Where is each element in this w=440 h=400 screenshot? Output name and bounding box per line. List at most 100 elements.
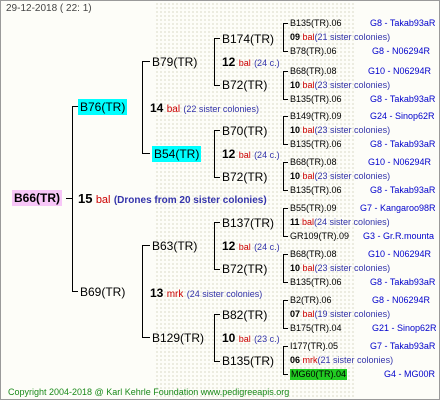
leaf-queen[interactable]: B55(TR).09 (290, 203, 337, 214)
leaf-queen[interactable]: B135(TR).06 (290, 277, 342, 288)
queen-node[interactable]: B82(TR) (222, 308, 267, 322)
drone-number: 06 (290, 355, 301, 365)
connector (142, 61, 150, 62)
connector (214, 361, 220, 362)
mating-info: 12 bal (24 c.) (222, 55, 280, 70)
queen-node[interactable]: B72(TR) (222, 262, 267, 276)
connector (214, 38, 215, 85)
connector (214, 85, 220, 86)
connector (283, 208, 284, 236)
connector (214, 38, 220, 39)
drone-tag: bal (302, 125, 315, 135)
connector (283, 346, 288, 347)
pedigree-code: G3 - Gr.R.mounta (363, 231, 435, 241)
connector (214, 222, 215, 269)
leaf-queen[interactable]: B135(TR).06 (290, 185, 342, 196)
leaf-queen[interactable]: GR109(TR).09 (290, 231, 349, 242)
pedigree-code: G10 - N06294R (368, 249, 432, 259)
leaf-queen[interactable]: B68(TR).08 (290, 157, 337, 168)
queen-node[interactable]: B72(TR) (222, 78, 267, 92)
connector (142, 337, 150, 338)
connector (283, 99, 288, 100)
queen-node[interactable]: B137(TR) (222, 216, 274, 230)
mating-info: 12 bal (24 c.) (222, 147, 280, 162)
connector (283, 190, 288, 191)
drone-number: 10 (290, 263, 301, 273)
leaf-queen[interactable]: B68(TR).08 (290, 249, 337, 260)
queen-node[interactable]: B69(TR) (80, 285, 125, 299)
queen-node[interactable]: B129(TR) (152, 331, 204, 345)
drone-note: (24 c.) (254, 58, 280, 68)
pedigree-code: G8 - Takab93aR (370, 18, 436, 28)
drone-number: 09 (290, 32, 301, 42)
connector (283, 162, 284, 190)
connector (283, 254, 288, 255)
drone-tag: mrk (302, 355, 318, 365)
connector (283, 23, 288, 24)
leaf-queen[interactable]: B135(TR).06 (290, 139, 342, 150)
connector (142, 245, 143, 337)
pedigree-code: G8 - Takab93aR (370, 185, 436, 195)
connector (214, 222, 220, 223)
leaf-queen[interactable]: B135(TR).06 (290, 18, 342, 29)
queen-node[interactable]: B72(TR) (222, 170, 267, 184)
pedigree-code: G10 - N06294R (368, 157, 432, 167)
drone-tag: bal (302, 263, 315, 273)
connector (214, 130, 220, 131)
connector (283, 71, 284, 99)
leaf-queen[interactable]: B2(TR).06 (290, 295, 332, 306)
queen-node[interactable]: B70(TR) (222, 124, 267, 138)
connector (283, 300, 284, 328)
leaf-mating: 07 bal(19 sister colonies) (290, 309, 390, 320)
drone-number: 11 (290, 217, 300, 227)
drone-number: 13 (150, 286, 164, 300)
leaf-mating: 10 bal(23 sister colonies) (290, 80, 390, 91)
leaf-mating: 10 bal(23 sister colonies) (290, 125, 390, 136)
queen-node[interactable]: B174(TR) (222, 32, 274, 46)
drone-number: 07 (290, 309, 301, 319)
connector (283, 374, 288, 375)
queen-node[interactable]: B63(TR) (152, 239, 197, 253)
pedigree-code: G10 - N06294R (368, 66, 432, 76)
leaf-queen[interactable]: I177(TR).05 (290, 341, 338, 352)
drone-tag: bal (302, 309, 315, 319)
root-queen[interactable]: B66(TR) (12, 190, 63, 206)
queen-node[interactable]: B76(TR) (78, 99, 128, 115)
queen-node[interactable]: B79(TR) (152, 55, 197, 69)
drone-note: (21 sister colonies) (314, 32, 391, 42)
pedigree-code: G7 - Kangaroo98R (360, 203, 436, 213)
connector (283, 208, 288, 209)
leaf-queen[interactable]: B175(TR).04 (290, 323, 342, 334)
connector (142, 153, 150, 154)
leaf-queen[interactable]: B135(TR).06 (290, 94, 342, 105)
connector (283, 116, 288, 117)
connector (283, 144, 288, 145)
connector (72, 291, 78, 292)
pedigree-code: G8 - Takab93aR (370, 94, 436, 104)
connector (142, 61, 143, 153)
mating-info: 14 bal (22 sister colonies) (150, 101, 259, 117)
leaf-queen[interactable]: B149(TR).09 (290, 111, 342, 122)
leaf-queen[interactable]: B78(TR).06 (290, 46, 337, 57)
drone-tag: bal (95, 194, 111, 206)
queen-node[interactable]: B54(TR) (152, 146, 202, 162)
mating-info: 10 bal (23 c.) (222, 331, 280, 346)
pedigree-code: G8 - N06294R (372, 46, 431, 56)
leaf-mating: 10 bal(23 sister colonies) (290, 171, 390, 182)
leaf-mating: 06 mrk(21 sister colonies) (290, 355, 393, 366)
leaf-queen[interactable]: B68(TR).08 (290, 66, 337, 77)
drone-note: (Drones from 20 sister colonies) (113, 195, 267, 206)
leaf-queen[interactable]: MG60(TR).04 (290, 369, 348, 380)
drone-number: 10 (290, 171, 301, 181)
copyright-footer: Copyright 2004-2018 @ Karl Kehrle Founda… (8, 387, 290, 397)
pedigree-code: G8 - N06294R (372, 295, 431, 305)
drone-tag: bal (302, 217, 315, 227)
drone-note: (24 c.) (254, 242, 280, 252)
queen-node[interactable]: B135(TR) (222, 354, 274, 368)
leaf-mating: 10 bal(23 sister colonies) (290, 263, 390, 274)
pedigree-code: G8 - Takab93aR (370, 139, 436, 149)
drone-number: 12 (222, 55, 236, 69)
drone-note: (23 sister colonies) (314, 125, 391, 135)
drone-number: 14 (150, 101, 164, 115)
connector (214, 177, 220, 178)
